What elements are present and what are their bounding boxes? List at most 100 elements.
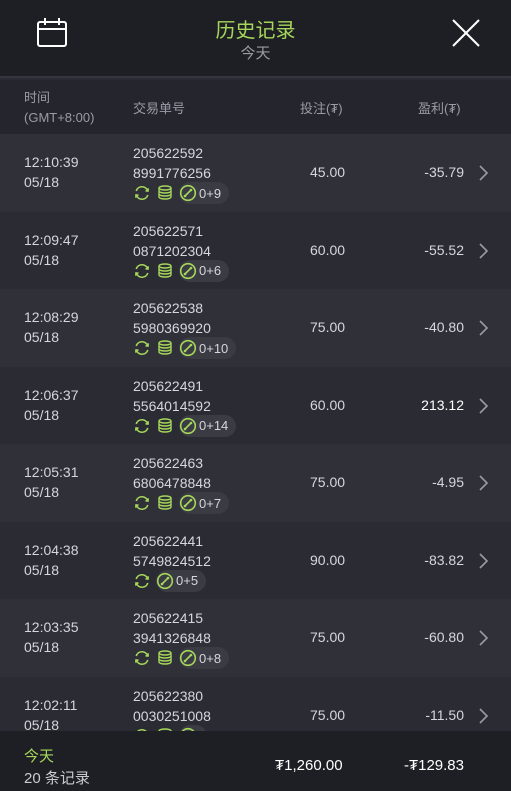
parlay-badge: 0+9 [179, 182, 230, 204]
order-number-line2: 5749824512 [133, 552, 211, 569]
chevron-right-icon[interactable] [477, 164, 489, 182]
chevron-right-icon[interactable] [477, 397, 489, 415]
record-tags: 0+6 [133, 259, 230, 282]
record-profit: -35.79 [424, 164, 464, 180]
summary-footer: 今天 20 条记录 ₮1,260.00 -₮129.83 [0, 731, 511, 791]
record-date: 05/18 [24, 251, 60, 268]
record-date: 05/18 [24, 716, 60, 732]
refresh-icon [133, 572, 151, 590]
parlay-count: 0+7 [199, 495, 222, 511]
record-profit: -60.80 [424, 629, 464, 645]
coins-icon [156, 417, 174, 435]
record-order: 205622380 0030251008 [133, 686, 211, 726]
footer-total-stake: ₮1,260.00 [275, 757, 343, 774]
chevron-right-icon[interactable] [477, 707, 489, 725]
order-number-line2: 0030251008 [133, 707, 211, 724]
record-date: 05/18 [24, 639, 60, 655]
header-bar: 历史记录 今天 [0, 0, 511, 78]
record-order: 205622571 0871202304 [133, 221, 211, 261]
record-date: 05/18 [24, 406, 60, 423]
parlay-count: 0+8 [199, 650, 222, 666]
record-clock: 12:09:47 [24, 231, 79, 248]
chevron-right-icon[interactable] [477, 552, 489, 570]
parlay-badge: 0+7 [179, 492, 230, 514]
order-number-line1: 205622380 [133, 687, 204, 704]
record-row[interactable]: 12:02:11 05/18 205622380 0030251008 75.00 -11… [0, 676, 511, 732]
parlay-badge: 0+6 [179, 259, 230, 282]
record-clock: 12:05:31 [24, 464, 79, 480]
record-stake: 75.00 [310, 629, 346, 645]
ball-icon [179, 339, 197, 357]
record-time: 12:03:35 05/18 [24, 617, 79, 657]
parlay-count: 0+5 [176, 573, 199, 588]
page-title: 历史记录 [215, 20, 296, 42]
parlay-badge: 0+8 [179, 647, 230, 669]
column-order: 交易单号 [133, 101, 186, 116]
record-profit: -83.82 [424, 551, 464, 568]
record-clock: 12:10:39 [24, 154, 79, 170]
order-number-line2: 5564014592 [133, 397, 211, 414]
column-timezone-label: (GMT+8:00) [24, 110, 95, 125]
order-number-line1: 205622538 [133, 300, 204, 316]
order-number-line2: 8991776256 [133, 165, 211, 181]
order-number-line1: 205622571 [133, 222, 204, 239]
chevron-right-icon[interactable] [477, 474, 489, 492]
coins-icon [156, 262, 174, 280]
chevron-right-icon[interactable] [477, 319, 489, 337]
record-list[interactable]: 12:10:39 05/18 205622592 8991776256 0+9 45.00… [0, 134, 511, 731]
order-number-line2: 5980369920 [133, 320, 211, 336]
record-stake: 75.00 [310, 474, 346, 490]
record-row[interactable]: 12:03:35 05/18 205622415 3941326848 0+8 75.00… [0, 599, 511, 677]
record-stake: 90.00 [310, 551, 346, 568]
record-date: 05/18 [24, 484, 60, 500]
coins-icon [156, 494, 174, 512]
page-subtitle: 今天 [240, 45, 271, 62]
record-date: 05/18 [24, 329, 60, 345]
record-row[interactable]: 12:06:37 05/18 205622491 5564014592 0+14 60.0… [0, 366, 511, 444]
coins-icon [156, 649, 174, 667]
ball-icon [179, 262, 197, 280]
parlay-count: 0+9 [199, 185, 222, 201]
chevron-right-icon[interactable] [477, 629, 489, 647]
refresh-icon [133, 649, 151, 667]
record-clock: 12:06:37 [24, 386, 79, 403]
order-number-line2: 3941326848 [133, 630, 211, 646]
record-clock: 12:08:29 [24, 309, 79, 325]
record-stake: 75.00 [310, 706, 346, 723]
record-tags: 0+7 [133, 492, 230, 514]
order-number-line1: 205622415 [133, 610, 204, 626]
record-time: 12:05:31 05/18 [24, 462, 79, 502]
record-tags: 0+14 [133, 414, 237, 437]
record-clock: 12:03:35 [24, 619, 79, 635]
close-icon[interactable] [450, 17, 482, 49]
record-time: 12:04:38 05/18 [24, 540, 79, 580]
parlay-count: 0+10 [199, 340, 229, 356]
record-row[interactable]: 12:10:39 05/18 205622592 8991776256 0+9 45.00… [0, 134, 511, 212]
parlay-badge: 0+14 [179, 414, 237, 437]
coins-icon [156, 184, 174, 202]
record-date: 05/18 [24, 561, 60, 578]
record-time: 12:10:39 05/18 [24, 152, 79, 192]
chevron-right-icon[interactable] [477, 242, 489, 260]
record-profit: -55.52 [424, 241, 464, 258]
order-number-line1: 205622592 [133, 145, 204, 161]
record-row[interactable]: 12:09:47 05/18 205622571 0871202304 0+6 60.00… [0, 211, 511, 289]
record-order: 205622415 3941326848 [133, 608, 211, 648]
record-row[interactable]: 12:05:31 05/18 205622463 6806478848 0+7 75.00… [0, 444, 511, 522]
record-row[interactable]: 12:08:29 05/18 205622538 5980369920 0+10 75.0… [0, 289, 511, 367]
coins-icon [156, 339, 174, 357]
record-clock: 12:04:38 [24, 541, 79, 558]
footer-total-profit: -₮129.83 [403, 757, 464, 774]
order-number-line1: 205622491 [133, 377, 204, 394]
record-tags: 0+8 [133, 647, 230, 669]
record-date: 05/18 [24, 174, 60, 190]
ball-icon [179, 184, 197, 202]
refresh-icon [133, 184, 151, 202]
refresh-icon [133, 494, 151, 512]
refresh-icon [133, 339, 151, 357]
parlay-count: 0+6 [199, 263, 222, 278]
record-row[interactable]: 12:04:38 05/18 205622441 5749824512 0+5 90.00… [0, 521, 511, 599]
order-number-line2: 6806478848 [133, 475, 211, 491]
ball-icon [179, 417, 197, 435]
record-stake: 75.00 [310, 319, 346, 335]
